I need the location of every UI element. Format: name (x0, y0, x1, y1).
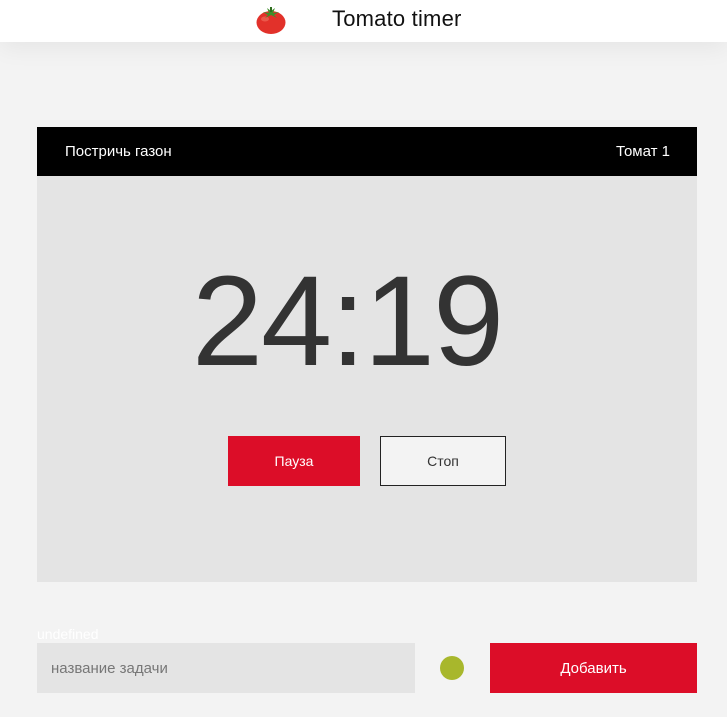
task-input-label: undefined (37, 626, 99, 642)
stop-button[interactable]: Стоп (380, 436, 506, 486)
timer-card-header: Постричь газон Томат 1 (37, 127, 697, 176)
status-indicator-dot (440, 656, 464, 680)
app-title: Tomato timer (332, 6, 462, 31)
pause-button[interactable]: Пауза (228, 436, 360, 486)
add-task-button[interactable]: Добавить (490, 643, 697, 693)
timer-display: 24:19 (191, 250, 504, 393)
current-task-name: Постричь газон (65, 143, 172, 160)
tomato-counter: Томат 1 (615, 143, 670, 160)
task-name-input[interactable] (37, 643, 415, 693)
timer-card: Постричь газон Томат 1 24:19 Пауза Стоп (37, 127, 697, 582)
tomato-icon (256, 7, 286, 34)
app-header: Tomato timer (0, 0, 727, 42)
